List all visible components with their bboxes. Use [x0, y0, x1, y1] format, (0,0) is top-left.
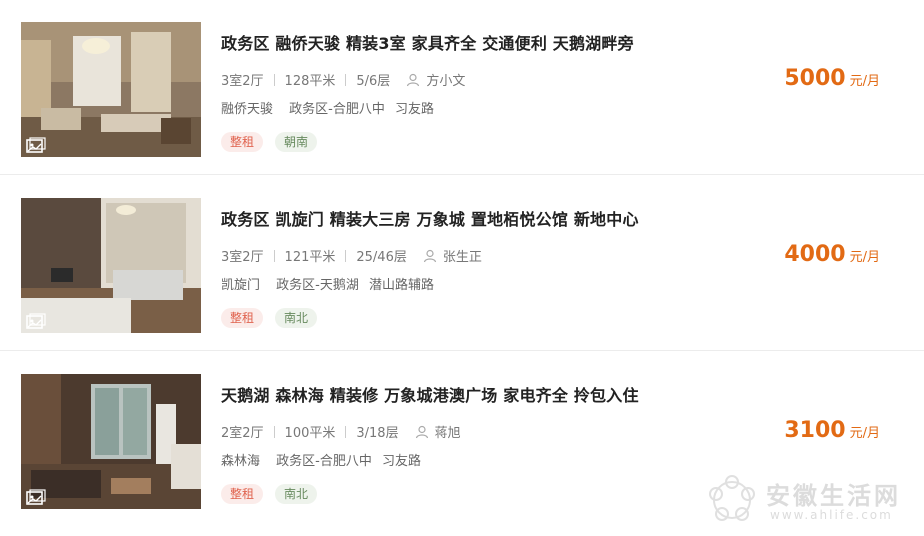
- price: 3100 元/月: [784, 418, 880, 443]
- divider: [273, 73, 275, 86]
- listing-address: 森林海 政务区-合肥八中 习友路: [221, 450, 421, 469]
- room-photo-2: [21, 198, 201, 333]
- floor: 25/46层: [356, 250, 407, 265]
- price-value: 4000: [784, 242, 846, 267]
- listing-tags: 整租 南北: [221, 484, 329, 504]
- district: 政务区-合肥八中: [276, 454, 372, 469]
- room-photo-3: [21, 374, 201, 509]
- watermark-url: www.ahlife.com: [770, 508, 893, 522]
- road: 潜山路辅路: [369, 278, 435, 293]
- listing-title[interactable]: 天鹅湖 森林海 精装修 万象城港澳广场 家电齐全 拎包入住: [221, 382, 639, 406]
- district: 政务区-合肥八中: [289, 102, 385, 117]
- divider: [345, 425, 347, 438]
- rent-type-tag: 整租: [221, 308, 264, 328]
- watermark-text: 安徽生活网: [766, 482, 901, 510]
- price-value: 3100: [784, 418, 846, 443]
- user-icon: [407, 73, 420, 86]
- floor: 5/6层: [356, 74, 391, 89]
- listing-item[interactable]: 政务区 融侨天骏 精装3室 家具齐全 交通便利 天鹅湖畔旁 3室2厅 128平米…: [0, 0, 924, 175]
- layout: 2室2厅: [221, 426, 264, 441]
- rent-type-tag: 整租: [221, 132, 264, 152]
- divider: [345, 249, 347, 262]
- listing-meta: 3室2厅 128平米 5/6层 方小文: [221, 70, 465, 89]
- layout: 3室2厅: [221, 250, 264, 265]
- listing-item[interactable]: 政务区 凯旋门 精装大三房 万象城 置地栢悦公馆 新地中心 3室2厅 121平米…: [0, 176, 924, 351]
- price: 4000 元/月: [784, 242, 880, 267]
- layout: 3室2厅: [221, 74, 264, 89]
- listing-photo[interactable]: [21, 198, 201, 333]
- orientation-tag: 南北: [275, 308, 318, 328]
- photo-icon: [26, 313, 46, 329]
- price-unit: 元/月: [849, 426, 880, 441]
- community-link[interactable]: 森林海: [221, 454, 260, 469]
- floor: 3/18层: [356, 426, 399, 441]
- price: 5000 元/月: [784, 66, 880, 91]
- orientation-tag: 朝南: [275, 132, 318, 152]
- area: 128平米: [284, 74, 336, 89]
- price-unit: 元/月: [849, 74, 880, 89]
- listing-title[interactable]: 政务区 凯旋门 精装大三房 万象城 置地栢悦公馆 新地中心: [221, 206, 639, 230]
- divider: [273, 425, 275, 438]
- divider: [273, 249, 275, 262]
- watermark-logo-icon: [709, 475, 755, 521]
- user-icon: [423, 249, 436, 262]
- area: 100平米: [284, 426, 336, 441]
- road: 习友路: [382, 454, 422, 469]
- agent-name[interactable]: 蒋旭: [435, 422, 461, 441]
- room-photo-1: [21, 22, 201, 157]
- user-icon: [415, 425, 428, 438]
- price-unit: 元/月: [849, 250, 880, 265]
- listing-tags: 整租 朝南: [221, 132, 329, 152]
- price-value: 5000: [784, 66, 846, 91]
- photo-icon: [26, 489, 46, 505]
- rent-type-tag: 整租: [221, 484, 264, 504]
- community-link[interactable]: 融侨天骏: [221, 102, 273, 117]
- photo-icon: [26, 137, 46, 153]
- listing-address: 凯旋门 政务区-天鹅湖 潜山路辅路: [221, 274, 434, 293]
- listing-title[interactable]: 政务区 融侨天骏 精装3室 家具齐全 交通便利 天鹅湖畔旁: [221, 30, 634, 54]
- area: 121平米: [284, 250, 336, 265]
- listing-address: 融侨天骏 政务区-合肥八中 习友路: [221, 98, 434, 117]
- divider: [345, 73, 347, 86]
- district: 政务区-天鹅湖: [276, 278, 359, 293]
- listing-photo[interactable]: [21, 374, 201, 509]
- orientation-tag: 南北: [275, 484, 318, 504]
- listing-meta: 3室2厅 121平米 25/46层 张生正: [221, 246, 482, 265]
- listing-tags: 整租 南北: [221, 308, 329, 328]
- listing-photo[interactable]: [21, 22, 201, 157]
- road: 习友路: [395, 102, 435, 117]
- agent-name[interactable]: 张生正: [443, 246, 482, 265]
- watermark: 安徽生活网 www.ahlife.com: [700, 472, 920, 532]
- listing-meta: 2室2厅 100平米 3/18层 蒋旭: [221, 422, 461, 441]
- agent-name[interactable]: 方小文: [426, 70, 465, 89]
- community-link[interactable]: 凯旋门: [221, 278, 260, 293]
